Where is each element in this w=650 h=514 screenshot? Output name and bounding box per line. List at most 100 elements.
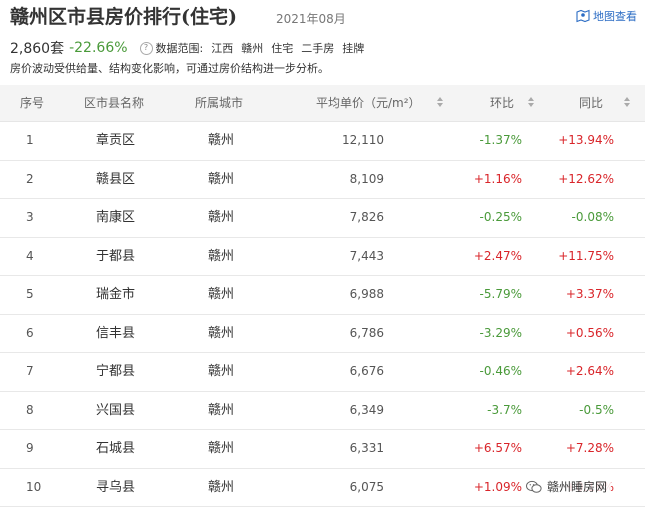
mom-cell: +2.47%: [473, 248, 522, 263]
mom-cell: -0.46%: [479, 364, 522, 378]
note-text: 房价波动受供给量、结构变化影响，可通过房价结构进一步分析。: [10, 62, 329, 75]
price-cell: 6,331: [349, 441, 384, 455]
rank-cell: 8: [26, 402, 34, 417]
table-header: 序号 区市县名称 所属城市 平均单价（元/m²） 环比 同比: [0, 85, 645, 122]
rank-cell: 1: [26, 133, 34, 147]
city-cell: 赣州: [208, 479, 235, 495]
city-cell: 赣州: [208, 325, 235, 341]
yoy-cell: +0.56%: [565, 325, 614, 340]
price-cell: 7,443: [349, 248, 384, 263]
listing-count: 2,860套: [10, 41, 65, 57]
mom-cell: -3.7%: [487, 402, 522, 417]
range-item: 江西: [211, 42, 234, 55]
page-title: 赣州区市县房价排行(住宅): [10, 6, 237, 28]
price-cell: 6,075: [349, 479, 384, 494]
district-cell[interactable]: 章贡区: [96, 122, 135, 159]
district-cell[interactable]: 信丰县: [96, 315, 135, 352]
mom-cell: -1.37%: [479, 133, 522, 147]
rank-cell: 4: [26, 248, 34, 263]
sort-price-icon[interactable]: [437, 97, 443, 109]
city-cell: 赣州: [208, 210, 235, 225]
price-cell: 12,110: [342, 133, 384, 147]
yoy-cell: +12.62%: [558, 171, 614, 186]
yoy-cell: +3.37%: [565, 287, 614, 301]
range-label: 数据范围:: [155, 42, 204, 55]
range-item: 挂牌: [342, 42, 365, 55]
listing-change: -22.66%: [69, 40, 128, 56]
price-cell: 6,786: [349, 325, 384, 340]
table-row[interactable]: 9 石城县 赣州 6,331 +6.57% +7.28%: [0, 430, 645, 469]
col-rank: 序号: [20, 96, 45, 110]
city-cell: 赣州: [208, 402, 235, 418]
district-cell[interactable]: 寻乌县: [96, 469, 135, 506]
district-cell[interactable]: 石城县: [96, 430, 135, 467]
watermark: 赣州睡房网: [522, 476, 612, 497]
rank-cell: 6: [26, 325, 34, 340]
table-row[interactable]: 8 兴国县 赣州 6,349 -3.7% -0.5%: [0, 392, 645, 430]
mom-cell: -3.29%: [479, 325, 522, 340]
header: 赣州区市县房价排行(住宅) 2021年08月 地图查看: [8, 2, 650, 32]
table-body: 1 章贡区 赣州 12,110 -1.37% +13.94% 2 赣县区 赣州 8,109 +1.1…: [0, 122, 645, 507]
help-icon[interactable]: ?: [139, 41, 153, 55]
city-cell: 赣州: [208, 287, 235, 302]
date-label[interactable]: 2021年08月: [276, 10, 346, 27]
district-cell[interactable]: 瑞金市: [96, 276, 135, 313]
rank-cell: 5: [26, 287, 34, 301]
price-cell: 6,988: [349, 287, 384, 301]
table-row[interactable]: 5 瑞金市 赣州 6,988 -5.79% +3.37%: [0, 276, 645, 315]
yoy-cell: +2.64%: [565, 364, 614, 378]
city-cell: 赣州: [208, 133, 235, 148]
stats-bar: 2,860套 -22.66% ? 数据范围: 江西 赣州 住宅 二手房 挂牌: [10, 38, 364, 58]
city-cell: 赣州: [208, 364, 235, 379]
table-row[interactable]: 4 于都县 赣州 7,443 +2.47% +11.75%: [0, 238, 645, 276]
price-cell: 6,676: [349, 364, 384, 378]
mom-cell: -5.79%: [479, 287, 522, 301]
price-cell: 7,826: [349, 210, 384, 224]
price-cell: 6,349: [349, 402, 384, 417]
district-cell[interactable]: 宁都县: [96, 353, 135, 390]
col-price[interactable]: 平均单价（元/m²）: [316, 85, 421, 121]
col-district: 区市县名称: [84, 96, 145, 110]
city-cell: 赣州: [208, 248, 235, 264]
map-view-label: 地图查看: [593, 10, 637, 23]
district-cell[interactable]: 南康区: [96, 199, 135, 236]
rank-cell: 9: [26, 441, 34, 455]
col-mom[interactable]: 环比: [490, 85, 514, 121]
map-icon: [576, 9, 590, 23]
yoy-cell: +7.28%: [565, 441, 614, 455]
range-item: 赣州: [241, 42, 264, 55]
table-row[interactable]: 7 宁都县 赣州 6,676 -0.46% +2.64%: [0, 353, 645, 392]
district-cell[interactable]: 于都县: [96, 238, 135, 275]
rank-cell: 3: [26, 210, 34, 224]
city-cell: 赣州: [208, 171, 235, 187]
col-city: 所属城市: [195, 96, 244, 110]
table-row[interactable]: 2 赣县区 赣州 8,109 +1.16% +12.62%: [0, 161, 645, 199]
district-cell[interactable]: 赣县区: [96, 161, 135, 198]
wechat-icon: [526, 480, 542, 493]
mom-cell: +6.57%: [473, 441, 522, 455]
district-cell[interactable]: 兴国县: [96, 392, 135, 429]
range-item: 住宅: [271, 42, 294, 55]
rank-cell: 2: [26, 171, 34, 186]
map-view-link[interactable]: 地图查看: [576, 8, 637, 24]
mom-cell: +1.09%: [473, 479, 522, 494]
mom-cell: +1.16%: [473, 171, 522, 186]
col-yoy[interactable]: 同比: [579, 85, 603, 121]
sort-mom-icon[interactable]: [528, 97, 534, 109]
mom-cell: -0.25%: [479, 210, 522, 224]
range-item: 二手房: [301, 42, 335, 55]
ranking-table: 序号 区市县名称 所属城市 平均单价（元/m²） 环比 同比 1 章贡区 赣州 12,…: [0, 85, 645, 507]
city-cell: 赣州: [208, 441, 235, 456]
watermark-label: 赣州睡房网: [547, 480, 608, 494]
rank-cell: 10: [26, 479, 42, 494]
table-row[interactable]: 1 章贡区 赣州 12,110 -1.37% +13.94%: [0, 122, 645, 161]
table-row[interactable]: 3 南康区 赣州 7,826 -0.25% -0.08%: [0, 199, 645, 238]
yoy-cell: +11.75%: [558, 248, 614, 263]
yoy-cell: -0.5%: [579, 402, 614, 417]
rank-cell: 7: [26, 364, 34, 378]
yoy-cell: +13.94%: [558, 133, 614, 147]
table-row[interactable]: 6 信丰县 赣州 6,786 -3.29% +0.56%: [0, 315, 645, 353]
sort-yoy-icon[interactable]: [624, 97, 630, 109]
price-cell: 8,109: [349, 171, 384, 186]
yoy-cell: -0.08%: [571, 210, 614, 224]
